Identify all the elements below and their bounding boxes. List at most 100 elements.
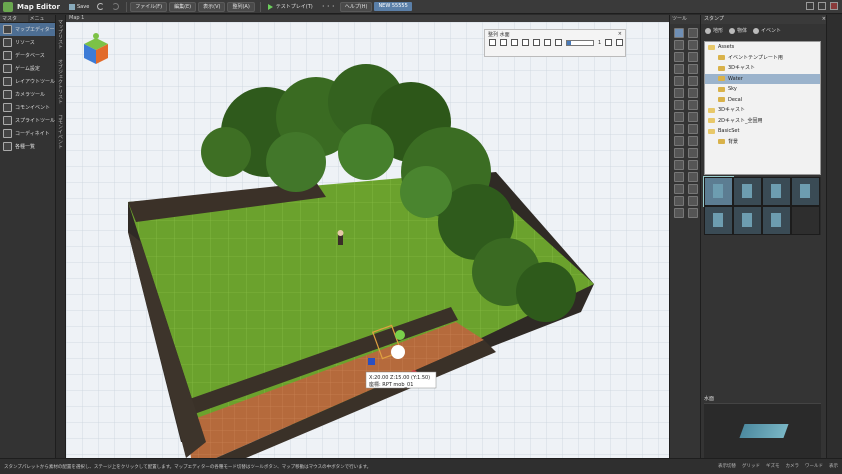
layer-up-icon[interactable] <box>489 39 496 46</box>
status-toggle[interactable]: ワールド <box>805 463 823 469</box>
menu-file[interactable]: ファイル(F) <box>130 1 168 12</box>
tool-button-icon[interactable] <box>688 112 698 122</box>
event-character[interactable] <box>337 230 344 245</box>
maximize-icon[interactable] <box>818 2 826 10</box>
status-toggle[interactable]: ギズモ <box>766 463 780 469</box>
swap-icon[interactable] <box>544 39 551 46</box>
tool-button-icon[interactable] <box>674 196 684 206</box>
tool-button-icon[interactable] <box>688 124 698 134</box>
tool-button-icon[interactable] <box>674 88 684 98</box>
tab-event[interactable]: イベント <box>753 27 781 34</box>
tree-item[interactable]: 3Dキャスト <box>705 105 820 116</box>
tab-object[interactable]: 物体 <box>729 27 747 34</box>
redo-button[interactable] <box>108 2 123 12</box>
tool-button-icon[interactable] <box>688 136 698 146</box>
tool-button-icon[interactable] <box>674 112 684 122</box>
layer-down-icon[interactable] <box>500 39 507 46</box>
map-viewport[interactable]: X:20.00 Z:15.00 (Y:1.50) 座標: RPT mob_01 <box>66 22 669 458</box>
tab-terrain[interactable]: 地形 <box>705 27 723 34</box>
menu-view[interactable]: 表示(V) <box>198 1 226 12</box>
left-menu-item[interactable]: コモンイベント <box>0 101 55 114</box>
tool-button-icon[interactable] <box>674 40 684 50</box>
undo-button[interactable] <box>93 2 108 12</box>
left-menu-item[interactable]: マップエディター <box>0 23 55 36</box>
tool-button-icon[interactable] <box>688 76 698 86</box>
tool-button-icon[interactable] <box>688 40 698 50</box>
menu-arrange[interactable]: 整列(A) <box>227 1 255 12</box>
tool-button-icon[interactable] <box>674 136 684 146</box>
plus-icon[interactable] <box>605 39 613 46</box>
tree-item[interactable]: Water <box>705 73 820 84</box>
tool-button-icon[interactable] <box>674 184 684 194</box>
delete-icon[interactable] <box>533 39 540 46</box>
test-play-button[interactable]: テストプレイ(T) <box>264 2 317 12</box>
tool-button-icon[interactable] <box>688 88 698 98</box>
tool-button-icon[interactable] <box>688 28 698 38</box>
left-menu-item[interactable]: リソース <box>0 36 55 49</box>
left-menu-item[interactable]: データベース <box>0 49 55 62</box>
tool-button-icon[interactable] <box>688 52 698 62</box>
tool-button-icon[interactable] <box>688 208 698 218</box>
left-menu-item[interactable]: ゲーム設定 <box>0 62 55 75</box>
tool-button-icon[interactable] <box>674 148 684 158</box>
save-button[interactable]: Save <box>65 2 93 12</box>
left-menu-item[interactable]: 各種一覧 <box>0 140 55 153</box>
tool-button-icon[interactable] <box>674 160 684 170</box>
tree-item[interactable]: 背景 <box>705 137 820 148</box>
tree-item[interactable]: BasicSet <box>705 126 820 137</box>
status-toggle[interactable]: 表示切替 <box>718 463 736 469</box>
left-menu-item[interactable]: スプライトツール <box>0 114 55 127</box>
tool-button-icon[interactable] <box>688 184 698 194</box>
tool-button-icon[interactable] <box>674 172 684 182</box>
tree-item[interactable]: Sky <box>705 84 820 95</box>
tool-button-icon[interactable] <box>674 208 684 218</box>
tree-item[interactable]: 3Dキャスト <box>705 63 820 74</box>
left-menu-item[interactable]: コーディネイト <box>0 127 55 140</box>
tree-item[interactable]: Assets <box>705 42 820 53</box>
flatten-icon[interactable] <box>511 39 518 46</box>
tool-button-icon[interactable] <box>674 64 684 74</box>
tool-button-icon[interactable] <box>688 148 698 158</box>
copy-icon[interactable] <box>522 39 529 46</box>
stamp-thumb[interactable] <box>791 177 820 206</box>
tab-master[interactable]: マスタ <box>0 15 28 22</box>
close-icon[interactable]: × <box>618 31 622 38</box>
map-tab[interactable]: Map 1 <box>66 15 669 22</box>
close-icon[interactable] <box>830 2 838 10</box>
tool-button-icon[interactable] <box>674 100 684 110</box>
stamp-thumb[interactable] <box>762 177 791 206</box>
map-scene[interactable]: X:20.00 Z:15.00 (Y:1.50) 座標: RPT mob_01 <box>66 22 669 458</box>
tool-button-icon[interactable] <box>688 172 698 182</box>
left-menu-item[interactable]: レイアウトツール <box>0 75 55 88</box>
stamp-thumb[interactable] <box>762 206 791 235</box>
stamp-thumb[interactable] <box>704 206 733 235</box>
tree-item[interactable]: イベントテンプレート用 <box>705 53 820 64</box>
tool-button-icon[interactable] <box>688 64 698 74</box>
tool-button-icon[interactable] <box>674 52 684 62</box>
height-slider[interactable] <box>566 39 594 46</box>
tool-button-icon[interactable] <box>688 100 698 110</box>
tool-button-icon[interactable] <box>688 160 698 170</box>
minimize-icon[interactable] <box>806 2 814 10</box>
tree-item[interactable]: Decal <box>705 95 820 106</box>
minus-icon[interactable] <box>555 39 562 46</box>
status-toggle[interactable]: 表示 <box>829 463 838 469</box>
tool-button-icon[interactable] <box>674 124 684 134</box>
reset-icon[interactable] <box>616 39 624 46</box>
stamp-thumb[interactable] <box>733 177 762 206</box>
status-toggle[interactable]: カメラ <box>786 463 800 469</box>
tool-button-icon[interactable] <box>688 196 698 206</box>
left-menu-item[interactable]: カメラツール <box>0 88 55 101</box>
status-toggle[interactable]: グリッド <box>742 463 760 469</box>
stamp-thumb[interactable] <box>733 206 762 235</box>
tool-button-icon[interactable] <box>674 28 684 38</box>
side-strip[interactable] <box>826 15 842 458</box>
more-menu-button[interactable]: ・・・ <box>317 2 340 12</box>
tool-button-icon[interactable] <box>674 76 684 86</box>
tab-menu[interactable]: メニュ <box>28 15 56 22</box>
project-name-badge[interactable]: NEW 55555 <box>374 2 412 11</box>
stamp-thumb[interactable] <box>703 176 734 207</box>
tree-item[interactable]: 2Dキャスト_全固用 <box>705 116 820 127</box>
menu-help[interactable]: ヘルプ(H) <box>339 1 373 12</box>
menu-edit[interactable]: 編集(E) <box>169 1 197 12</box>
